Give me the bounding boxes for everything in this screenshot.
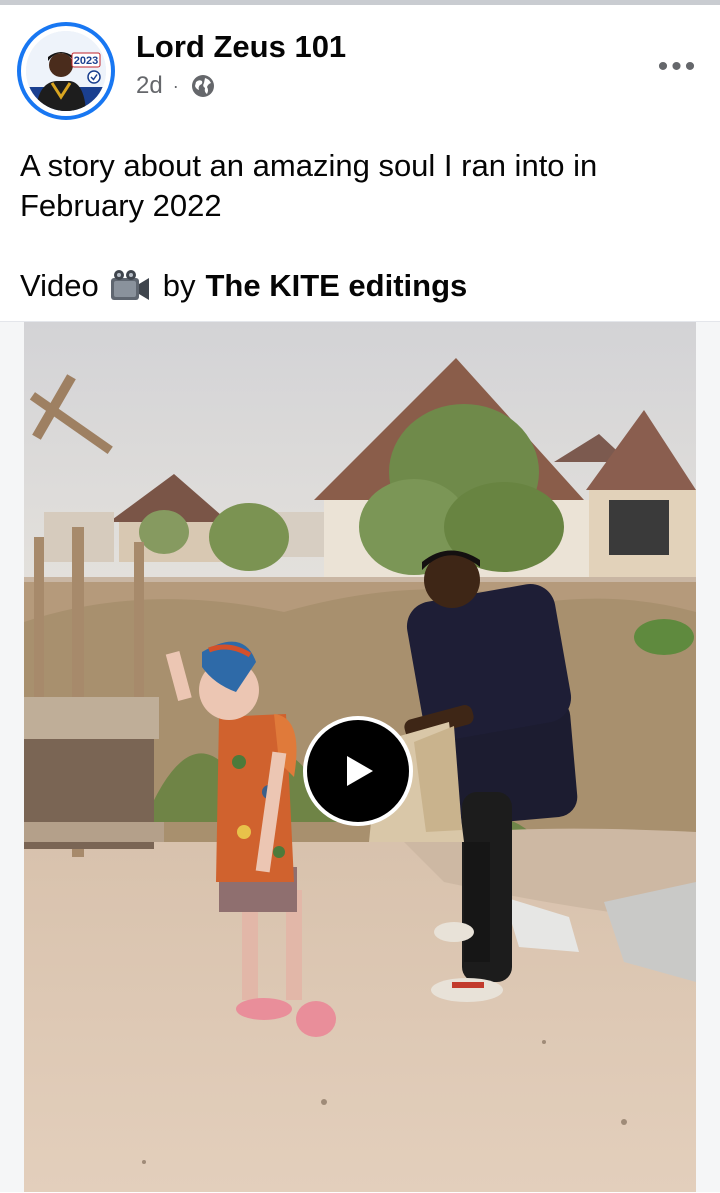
avatar-image: 2023 [26, 31, 106, 111]
video-camera-icon [109, 268, 151, 304]
video-credit-line: Video by The KITE editings [20, 265, 467, 307]
media-side-right [696, 322, 720, 1192]
author-avatar[interactable]: 2023 [17, 22, 115, 120]
globe-icon[interactable] [191, 74, 215, 98]
credit-name[interactable]: The KITE editings [205, 268, 467, 304]
avatar-badge-text: 2023 [74, 55, 98, 67]
video-label: Video [20, 268, 99, 303]
by-label: by [162, 268, 196, 303]
post-header: 2023 Lord Zeus 101 2d · ••• [0, 5, 720, 140]
post-time[interactable]: 2d [136, 72, 163, 100]
play-button[interactable] [303, 716, 413, 826]
more-options-button[interactable]: ••• [650, 49, 706, 85]
meta-separator: · [172, 75, 179, 96]
media-side-left [0, 322, 24, 1192]
author-name[interactable]: Lord Zeus 101 [136, 29, 346, 65]
post-text: A story about an amazing soul I ran into… [20, 148, 598, 223]
play-icon [347, 756, 373, 786]
post-meta: 2d · [136, 71, 215, 101]
